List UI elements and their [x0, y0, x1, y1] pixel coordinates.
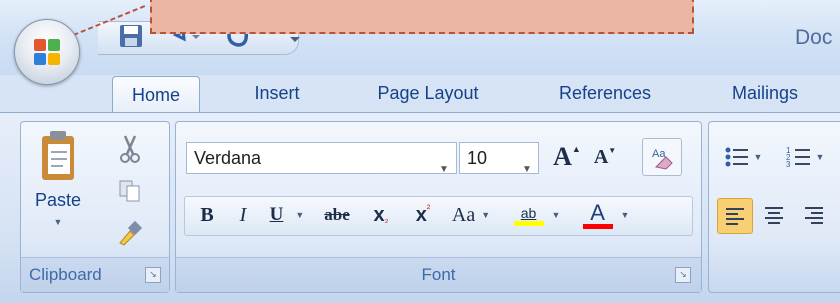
subscript-button[interactable]: x₂: [364, 198, 398, 232]
font-size-value: 10: [467, 148, 488, 168]
chevron-down-icon: ▼: [815, 152, 825, 162]
italic-icon: I: [239, 203, 247, 226]
svg-text:3: 3: [786, 160, 791, 169]
chevron-down-icon: ▼: [522, 164, 532, 175]
cut-button[interactable]: [113, 132, 147, 166]
document-title: Doc: [795, 26, 833, 49]
bold-button[interactable]: B: [194, 198, 220, 232]
tab-mailings[interactable]: Mailings: [712, 74, 818, 112]
change-case-icon: Aa: [451, 203, 476, 226]
word-window: Doc Home Insert Page Layout References M…: [0, 0, 840, 303]
numbering-icon: 1 2 3: [786, 146, 810, 169]
callout-pointer: [66, 4, 146, 39]
underline-icon: U: [269, 204, 284, 225]
caret-down-icon: ▼: [608, 146, 617, 155]
font-group-label: Font: [176, 257, 701, 292]
bold-icon: B: [200, 203, 214, 226]
superscript-button[interactable]: x²: [406, 198, 440, 232]
scissors-icon: [120, 135, 140, 163]
align-right-button[interactable]: [797, 198, 831, 232]
caret-up-icon: ▲: [571, 144, 581, 154]
center-button[interactable]: [757, 198, 791, 232]
chevron-down-icon: ▼: [551, 210, 561, 220]
font-dialog-launcher[interactable]: ↘: [675, 267, 691, 283]
paragraph-group: ▼ 1 2 3 ▼: [708, 121, 840, 293]
superscript-icon: x: [415, 203, 427, 226]
numbering-button[interactable]: 1 2 3 ▼: [777, 140, 833, 174]
chevron-down-icon: ▼: [481, 210, 491, 220]
change-case-button[interactable]: Aa ▼: [446, 198, 496, 232]
strikethrough-button[interactable]: abe: [316, 198, 358, 232]
highlight-button[interactable]: ab ▼: [506, 198, 568, 232]
office-logo-icon: [34, 39, 60, 65]
font-color-button[interactable]: A ▼: [576, 198, 636, 232]
chevron-down-icon: ▼: [620, 210, 630, 220]
clipboard-dialog-launcher[interactable]: ↘: [145, 267, 161, 283]
chevron-down-icon: ▼: [53, 217, 63, 227]
align-right-icon: [805, 207, 823, 224]
chevron-down-icon: ▼: [753, 152, 763, 162]
clipboard-group: Paste ▼ Clipboard ↘: [20, 121, 170, 293]
font-name-value: Verdana: [194, 148, 262, 168]
highlight-color-bar: [513, 220, 544, 226]
subscript-mark: ₂: [384, 214, 389, 225]
italic-button[interactable]: I: [230, 198, 256, 232]
copy-button[interactable]: [113, 174, 147, 208]
subscript-icon: x: [373, 203, 385, 226]
clear-formatting-icon: Aa: [652, 148, 673, 170]
bullets-button[interactable]: ▼: [719, 140, 767, 174]
format-painter-icon: [119, 220, 143, 246]
font-name-input[interactable]: Verdana ▼: [186, 142, 457, 175]
align-left-icon: [726, 208, 744, 225]
ribbon: Paste ▼ Clipboard ↘ Verdana ▼ 10 ▼ A ▲ A…: [0, 112, 840, 303]
align-left-button[interactable]: [717, 198, 753, 234]
callout-box: [150, 0, 694, 34]
center-icon: [765, 207, 783, 224]
font-color-text: A: [590, 199, 605, 225]
tab-references[interactable]: References: [540, 74, 670, 112]
tab-insert[interactable]: Insert: [232, 74, 322, 112]
font-group: Verdana ▼ 10 ▼ A ▲ A ▼ Aa B I U ▼ abe x …: [175, 121, 702, 293]
format-painter-button[interactable]: [113, 216, 147, 250]
copy-icon: [119, 180, 140, 202]
clipboard-label: Clipboard: [29, 265, 102, 284]
tab-home[interactable]: Home: [112, 76, 200, 115]
superscript-mark: ²: [426, 204, 431, 215]
highlight-icon: ab: [513, 204, 544, 226]
underline-button[interactable]: U ▼: [266, 198, 308, 232]
font-size-input[interactable]: 10 ▼: [459, 142, 539, 175]
font-label: Font: [421, 265, 456, 284]
paste-button[interactable]: Paste ▼: [31, 128, 85, 268]
chevron-down-icon: ▼: [295, 210, 305, 220]
font-color-bar: [582, 223, 613, 229]
shrink-font-icon: A: [593, 145, 609, 168]
grow-font-button[interactable]: A ▲: [549, 140, 585, 174]
ribbon-tabs: Home Insert Page Layout References Maili…: [0, 74, 840, 115]
shrink-font-button[interactable]: A ▼: [589, 140, 621, 174]
chevron-down-icon: ▼: [439, 164, 449, 175]
clear-formatting-button[interactable]: Aa: [642, 138, 682, 176]
clipboard-icon: [42, 131, 74, 180]
paste-label: Paste: [34, 190, 82, 210]
tab-page-layout[interactable]: Page Layout: [352, 74, 504, 112]
highlight-text: ab: [520, 204, 537, 221]
strikethrough-icon: abe: [324, 205, 350, 224]
grow-font-icon: A: [553, 142, 572, 171]
bullets-icon: [725, 147, 748, 167]
font-color-icon: A: [582, 199, 613, 229]
